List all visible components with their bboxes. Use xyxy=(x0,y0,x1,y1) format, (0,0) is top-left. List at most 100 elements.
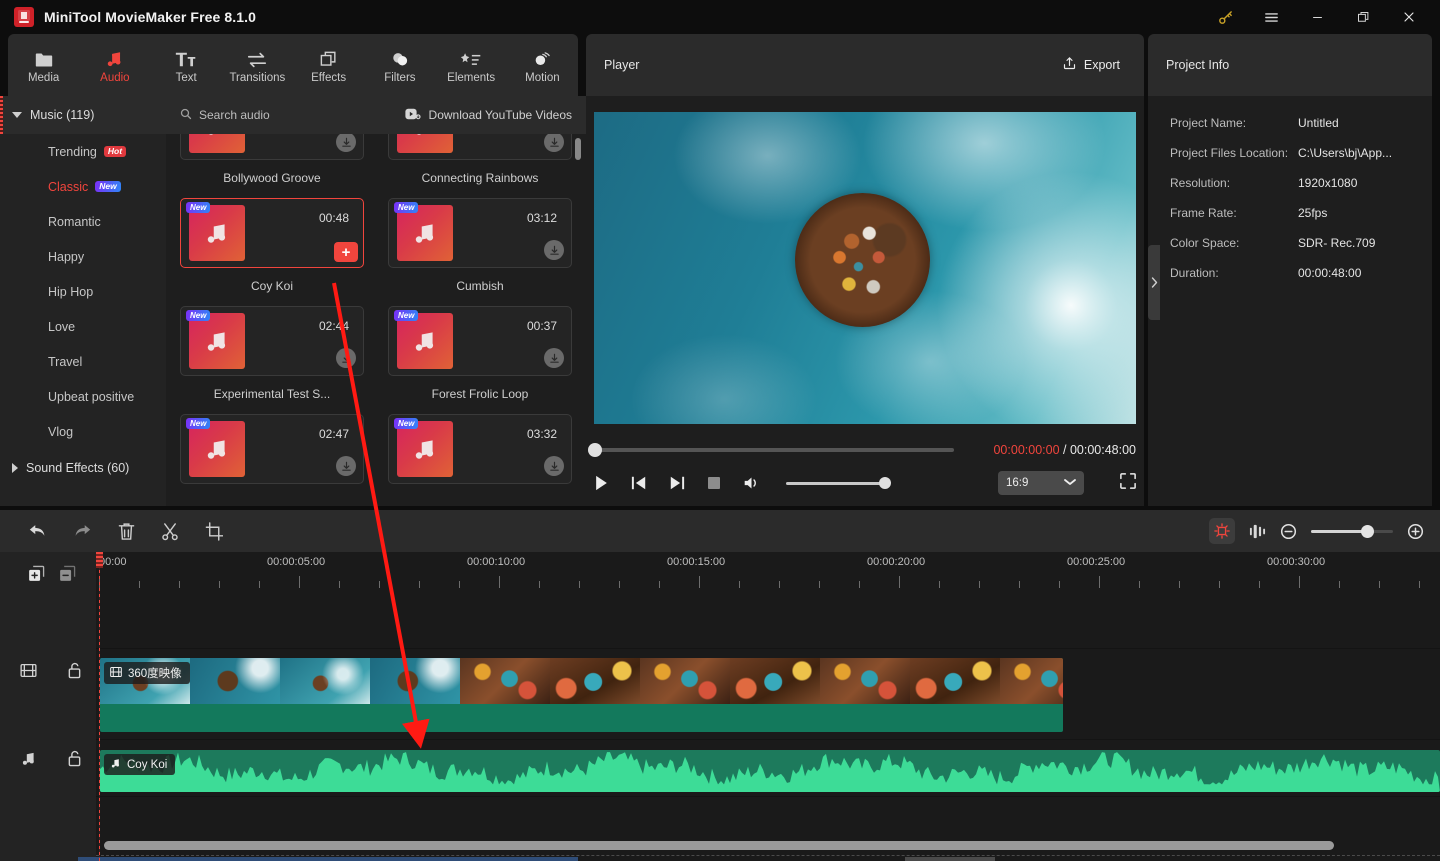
undo-icon[interactable] xyxy=(16,510,60,552)
sidebar-item-romantic[interactable]: Romantic xyxy=(0,204,166,239)
stop-button[interactable] xyxy=(707,476,721,490)
audio-thumbnail xyxy=(397,134,453,153)
music-group-header[interactable]: Music (119) xyxy=(0,96,166,134)
audio-card-box[interactable] xyxy=(180,134,364,160)
progress-slider[interactable] xyxy=(588,443,954,457)
audio-panel-scrollbar[interactable] xyxy=(575,138,581,160)
video-clip[interactable]: 360度映像 xyxy=(100,658,1063,732)
project-info-row: Color Space: SDR- Rec.709 xyxy=(1170,228,1432,258)
play-button[interactable] xyxy=(594,475,609,491)
timeline-horizontal-scrollbar[interactable] xyxy=(104,841,1334,850)
tab-motion[interactable]: Motion xyxy=(507,34,578,96)
audio-card-box[interactable] xyxy=(388,134,572,160)
zoom-out-icon[interactable] xyxy=(1280,510,1297,552)
video-preview[interactable] xyxy=(594,112,1136,424)
sidebar-item-trending[interactable]: Trending Hot xyxy=(0,134,166,169)
audio-card-forest-frolic-loop[interactable]: New 00:37 Forest Frolic Loop xyxy=(388,306,572,414)
zoom-slider[interactable] xyxy=(1311,524,1393,538)
menu-icon[interactable] xyxy=(1248,0,1294,34)
sidebar-item-happy[interactable]: Happy xyxy=(0,239,166,274)
audio-card[interactable]: New 03:32 xyxy=(388,414,572,506)
tab-text[interactable]: Text xyxy=(151,34,222,96)
remove-track-icon[interactable] xyxy=(59,565,76,587)
close-icon[interactable] xyxy=(1386,0,1432,34)
unlock-icon[interactable] xyxy=(67,750,82,772)
audio-card-box[interactable]: New 03:12 xyxy=(388,198,572,268)
audio-card-box[interactable]: New 03:32 xyxy=(388,414,572,484)
audio-card[interactable]: Bollywood Groove xyxy=(180,134,364,198)
collapse-panel-handle[interactable] xyxy=(1148,245,1160,320)
sidebar-item-love[interactable]: Love xyxy=(0,309,166,344)
audio-clip[interactable]: Coy Koi xyxy=(100,750,1440,792)
sidebar-item-classic[interactable]: Classic New xyxy=(0,169,166,204)
zoom-slider-handle[interactable] xyxy=(1361,524,1374,538)
tab-audio[interactable]: Audio xyxy=(79,34,150,96)
audio-card-box[interactable]: New 00:37 xyxy=(388,306,572,376)
sidebar-item-hiphop[interactable]: Hip Hop xyxy=(0,274,166,309)
download-icon[interactable] xyxy=(544,134,564,152)
audio-card-box[interactable]: New 02:47 xyxy=(180,414,364,484)
timeline-ruler[interactable]: 00:00 00:00:05:00 00:00:10:00 00:00:15:0… xyxy=(96,552,1440,600)
prev-frame-button[interactable] xyxy=(631,475,647,491)
audio-card-experimental-test[interactable]: New 02:44 Experimental Test S... xyxy=(180,306,364,414)
next-frame-button[interactable] xyxy=(669,475,685,491)
category-sidebar: Music (119) Trending Hot Classic New Rom… xyxy=(0,96,166,506)
video-thumbnail xyxy=(280,658,370,704)
time-display: 00:00:00:00 / 00:00:48:00 xyxy=(993,443,1136,457)
add-to-timeline-button[interactable]: + xyxy=(334,242,358,262)
sidebar-item-label: Vlog xyxy=(48,424,74,439)
timeline-zoom-tools xyxy=(1209,510,1424,552)
progress-handle[interactable] xyxy=(588,443,602,457)
sidebar-item-vlog[interactable]: Vlog xyxy=(0,414,166,449)
restore-icon[interactable] xyxy=(1340,0,1386,34)
sidebar-item-travel[interactable]: Travel xyxy=(0,344,166,379)
audio-card[interactable]: New 02:47 xyxy=(180,414,364,506)
download-icon[interactable] xyxy=(336,134,356,152)
module-tabs: Media Audio Text Transitions Effects Fil… xyxy=(8,34,578,96)
sound-effects-group-header[interactable]: Sound Effects (60) xyxy=(0,449,166,487)
redo-icon[interactable] xyxy=(60,510,104,552)
volume-slider[interactable] xyxy=(786,477,891,489)
download-youtube-button[interactable]: Download YouTube Videos xyxy=(404,108,572,123)
minimize-icon[interactable] xyxy=(1294,0,1340,34)
fullscreen-button[interactable] xyxy=(1120,472,1136,494)
add-track-icon[interactable] xyxy=(28,565,45,587)
volume-button[interactable] xyxy=(743,475,760,491)
tab-transitions[interactable]: Transitions xyxy=(222,34,293,96)
export-button[interactable]: Export xyxy=(1056,51,1126,79)
audio-card-cumbish[interactable]: New 03:12 Cumbish xyxy=(388,198,572,306)
search-input[interactable]: Search audio xyxy=(180,108,270,123)
sidebar-item-label: Upbeat positive xyxy=(48,389,135,404)
active-category-indicator xyxy=(0,96,3,134)
download-icon[interactable] xyxy=(336,348,356,368)
audio-card-coy-koi[interactable]: New 00:48 + Coy Koi xyxy=(180,198,364,306)
playhead-handle[interactable] xyxy=(96,552,103,568)
ruler-label: 00:00:15:00 xyxy=(667,556,726,568)
unlock-icon[interactable] xyxy=(67,662,82,684)
audio-card-box[interactable]: New 02:44 xyxy=(180,306,364,376)
audio-thumbnail xyxy=(189,134,245,153)
sidebar-item-upbeat-positive[interactable]: Upbeat positive xyxy=(0,379,166,414)
zoom-in-icon[interactable] xyxy=(1407,510,1424,552)
key-icon[interactable] xyxy=(1202,0,1248,34)
tab-media[interactable]: Media xyxy=(8,34,79,96)
audio-card-box[interactable]: New 00:48 + xyxy=(180,198,364,268)
auto-detect-icon[interactable] xyxy=(1209,518,1235,544)
tab-effects[interactable]: Effects xyxy=(293,34,364,96)
volume-handle[interactable] xyxy=(879,477,891,489)
aspect-ratio-select[interactable]: 16:9 xyxy=(998,471,1084,495)
split-icon[interactable] xyxy=(148,510,192,552)
audio-card[interactable]: Connecting Rainbows xyxy=(388,134,572,198)
audio-split-icon[interactable] xyxy=(1249,510,1266,552)
youtube-download-icon xyxy=(404,108,421,123)
download-icon[interactable] xyxy=(544,240,564,260)
download-icon[interactable] xyxy=(336,456,356,476)
tab-filters[interactable]: Filters xyxy=(364,34,435,96)
delete-icon[interactable] xyxy=(104,510,148,552)
download-icon[interactable] xyxy=(544,456,564,476)
download-icon[interactable] xyxy=(544,348,564,368)
tab-elements[interactable]: Elements xyxy=(436,34,507,96)
crop-icon[interactable] xyxy=(192,510,236,552)
audio-card-title: Coy Koi xyxy=(250,279,294,293)
audio-toolbar: Search audio Download YouTube Videos xyxy=(166,96,586,134)
